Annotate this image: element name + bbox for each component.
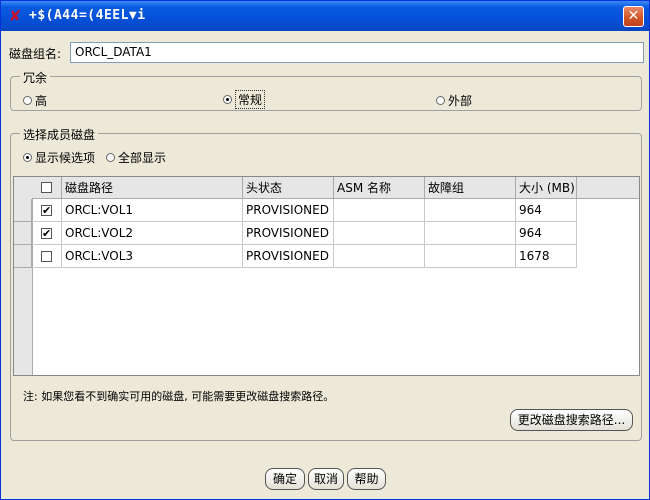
change-search-path-button[interactable]: 更改磁盘搜索路径... [510,409,633,431]
disk-table: 磁盘路径 头状态 ASM 名称 故障组 大小 (MB) ✔ ORCL:VOL1 … [13,176,640,376]
cell-failgroup [425,199,516,222]
cell-status: PROVISIONED [243,199,334,222]
window-title: +$(A44=(4EEL▼i [29,8,146,23]
cell-path: ORCL:VOL2 [62,222,243,245]
redundancy-normal-radio[interactable]: 常规 [223,90,266,109]
row-header [14,222,32,245]
dialog-window: ✘ +$(A44=(4EEL▼i ✕ 磁盘组名: ORCL_DATA1 冗余 高… [0,0,650,500]
show-all-label: 全部显示 [118,151,167,165]
cell-status: PROVISIONED [243,245,334,268]
select-all-header[interactable] [32,177,62,199]
row-checkbox[interactable] [41,251,52,262]
column-header-filler [577,177,639,199]
redundancy-high-label: 高 [35,94,48,108]
column-header-asm-name[interactable]: ASM 名称 [334,177,425,199]
cell-asm-name [334,245,425,268]
radio-selected-icon [223,95,232,104]
show-all-radio[interactable]: 全部显示 [106,149,166,166]
close-button[interactable]: ✕ [623,6,644,27]
search-path-note: 注: 如果您看不到确实可用的磁盘, 可能需要更改磁盘搜索路径。 [23,390,335,403]
column-header-size[interactable]: 大小 (MB) [516,177,577,199]
row-header [14,245,32,268]
redundancy-normal-label: 常规 [235,90,266,109]
diskgroup-name-input[interactable]: ORCL_DATA1 [70,42,644,63]
ok-button[interactable]: 确定 [265,468,305,490]
diskgroup-name-label: 磁盘组名: [9,47,62,61]
redundancy-external-radio[interactable]: 外部 [436,92,472,109]
radio-icon [436,96,445,105]
member-disks-title: 选择成员磁盘 [20,126,99,143]
cell-path: ORCL:VOL3 [62,245,243,268]
title-bar[interactable]: ✘ +$(A44=(4EEL▼i ✕ [1,1,649,31]
radio-icon [23,96,32,105]
column-header-failgroup[interactable]: 故障组 [425,177,516,199]
cancel-button[interactable]: 取消 [308,468,344,490]
radio-selected-icon [23,153,32,162]
column-header-status[interactable]: 头状态 [243,177,334,199]
select-all-checkbox[interactable] [41,182,52,193]
cell-asm-name [334,222,425,245]
redundancy-external-label: 外部 [448,94,473,108]
table-row[interactable]: ✔ [32,199,62,222]
help-button[interactable]: 帮助 [347,468,386,490]
table-row[interactable]: ✔ [32,222,62,245]
app-icon: ✘ [8,7,22,25]
show-candidates-radio[interactable]: 显示候选项 [23,149,95,166]
cell-path: ORCL:VOL1 [62,199,243,222]
row-header [14,199,32,222]
cell-status: PROVISIONED [243,222,334,245]
cell-failgroup [425,222,516,245]
redundancy-group [10,76,642,111]
row-checkbox[interactable]: ✔ [41,205,52,216]
radio-icon [106,153,115,162]
redundancy-high-radio[interactable]: 高 [23,92,47,109]
column-header-path[interactable]: 磁盘路径 [62,177,243,199]
cell-size: 964 [516,222,577,245]
cell-size: 1678 [516,245,577,268]
row-checkbox[interactable]: ✔ [41,228,52,239]
show-candidates-label: 显示候选项 [35,151,96,165]
close-icon: ✕ [627,8,640,24]
cell-failgroup [425,245,516,268]
cell-size: 964 [516,199,577,222]
table-row[interactable] [32,245,62,268]
redundancy-title: 冗余 [20,69,51,86]
cell-asm-name [334,199,425,222]
